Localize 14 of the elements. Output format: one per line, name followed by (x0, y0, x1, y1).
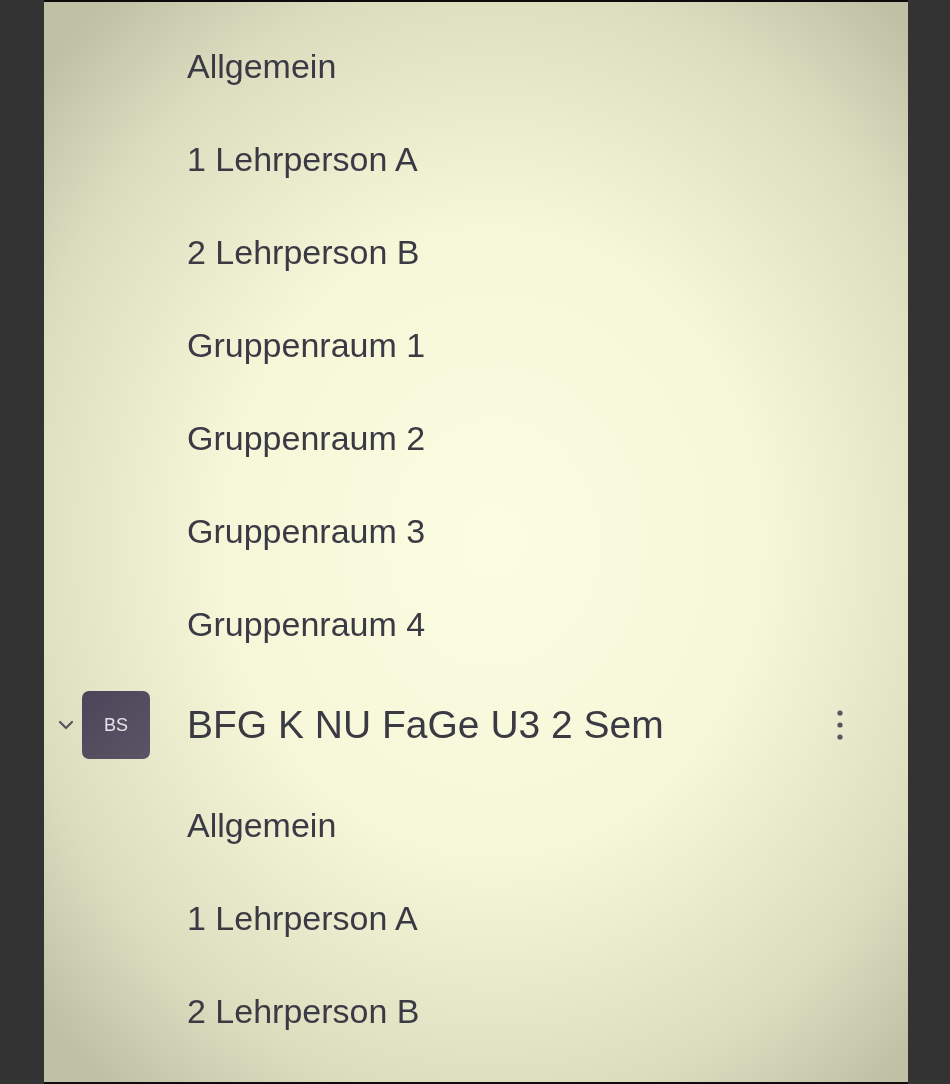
channel-name[interactable]: 2 Lehrperson B (187, 233, 420, 272)
channel-name[interactable]: 1 Lehrperson A (187, 899, 418, 938)
chevron-icon[interactable] (58, 720, 74, 730)
team-name[interactable]: BFG K NU FaGe U3 2 Sem (187, 703, 664, 747)
channel-name[interactable]: Gruppenraum 2 (187, 419, 426, 458)
more-options-icon[interactable] (837, 710, 843, 740)
channel-name[interactable]: Allgemein (187, 806, 337, 845)
channel-name[interactable]: 2 Lehrperson B (187, 992, 420, 1031)
channel-name[interactable]: Gruppenraum 4 (187, 605, 426, 644)
team-avatar: BS (82, 691, 150, 759)
channel-name[interactable]: Gruppenraum 3 (187, 512, 426, 551)
channel-name[interactable]: 1 Lehrperson A (187, 140, 418, 179)
channel-name[interactable]: Allgemein (187, 47, 337, 86)
channel-name[interactable]: Gruppenraum 1 (187, 326, 426, 365)
